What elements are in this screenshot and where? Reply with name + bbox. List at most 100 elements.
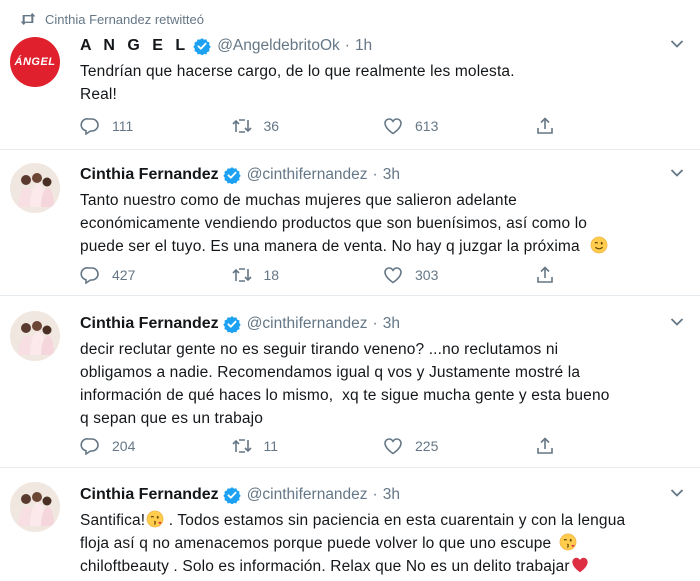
tweet-header: Cinthia Fernandez @cinthifernandez · 3h bbox=[80, 484, 686, 506]
verified-badge-icon bbox=[222, 486, 241, 504]
timestamp[interactable]: 3h bbox=[383, 486, 400, 504]
tweet-text-line: Tendrían que hacerse cargo, de lo que re… bbox=[80, 63, 515, 80]
timestamp[interactable]: 1h bbox=[355, 37, 372, 55]
retweet-count: 11 bbox=[263, 438, 279, 454]
tweet-actions: 204 11 225 bbox=[80, 435, 686, 457]
tweet-body: Cinthia Fernandez @cinthifernandez · 3h … bbox=[80, 313, 686, 455]
chevron-down-icon[interactable] bbox=[670, 39, 684, 49]
display-name[interactable]: Cinthia Fernandez bbox=[80, 486, 219, 504]
share-icon bbox=[535, 437, 555, 455]
wink-emoji-icon bbox=[590, 236, 608, 254]
tweet-text: decir reclutar gente no es seguir tirand… bbox=[80, 338, 686, 430]
reply-icon bbox=[80, 117, 100, 135]
tweet-header: Cinthia Fernandez @cinthifernandez · 3h bbox=[80, 164, 686, 186]
timestamp[interactable]: 3h bbox=[383, 315, 400, 333]
reply-button[interactable]: 204 bbox=[80, 437, 232, 455]
separator-dot: · bbox=[372, 315, 378, 332]
avatar[interactable] bbox=[10, 482, 60, 532]
display-name[interactable]: Cinthia Fernandez bbox=[80, 166, 219, 184]
retweet-banner-text[interactable]: Cinthia Fernandez retwitteó bbox=[45, 12, 204, 27]
display-name[interactable]: A N G E L bbox=[80, 37, 189, 55]
tweet-text-segment: puede ser el tuyo. Es una manera de vent… bbox=[80, 238, 580, 255]
like-icon bbox=[383, 266, 403, 284]
like-count: 303 bbox=[415, 267, 439, 283]
tweet-text: Santifica! . Todos estamos sin paciencia… bbox=[80, 509, 686, 578]
tweet-text-segment: . Todos estamos sin paciencia en esta cu… bbox=[164, 512, 626, 529]
retweet-icon bbox=[231, 437, 252, 455]
reply-count: 427 bbox=[112, 267, 136, 283]
timeline: Cinthia Fernandez retwitteó ÁNGEL A N G … bbox=[0, 0, 700, 581]
retweet-icon bbox=[20, 12, 36, 26]
verified-badge-icon bbox=[222, 166, 241, 184]
retweet-icon bbox=[231, 266, 252, 284]
tweet-angel[interactable]: Cinthia Fernandez retwitteó ÁNGEL A N G … bbox=[0, 0, 700, 150]
like-button[interactable]: 225 bbox=[383, 437, 535, 455]
tweet-text-line: Tanto nuestro como de muchas mujeres que… bbox=[80, 192, 517, 209]
share-button[interactable] bbox=[535, 266, 687, 284]
share-button[interactable] bbox=[535, 117, 687, 135]
reply-button[interactable]: 111 bbox=[80, 117, 232, 135]
like-button[interactable]: 613 bbox=[383, 117, 535, 135]
chevron-down-icon[interactable] bbox=[670, 168, 684, 178]
tweet-text-line: Santifica! . Todos estamos sin paciencia… bbox=[80, 509, 686, 532]
tweet-actions: 427 18 303 bbox=[80, 264, 686, 286]
tweet-header: A N G E L @AngeldebritoOk · 1h bbox=[80, 35, 686, 57]
like-icon bbox=[383, 437, 403, 455]
tweet-text-line: información de qué haces lo mismo, xq te… bbox=[80, 387, 610, 404]
reply-icon bbox=[80, 437, 100, 455]
display-name[interactable]: Cinthia Fernandez bbox=[80, 315, 219, 333]
share-icon bbox=[535, 266, 555, 284]
tweet-text-line: decir reclutar gente no es seguir tirand… bbox=[80, 341, 559, 358]
reply-button[interactable]: 427 bbox=[80, 266, 232, 284]
chevron-down-icon[interactable] bbox=[670, 488, 684, 498]
avatar-logo-text: ÁNGEL bbox=[14, 56, 56, 68]
tweet-cinthia-3[interactable]: Cinthia Fernandez @cinthifernandez · 3h … bbox=[0, 468, 700, 581]
verified-badge-icon bbox=[193, 37, 211, 55]
tweet-text-line: económicamente vendiendo productos que s… bbox=[80, 215, 588, 232]
handle[interactable]: @cinthifernandez bbox=[247, 486, 368, 504]
heart-emoji-icon bbox=[571, 556, 589, 574]
retweet-button[interactable]: 11 bbox=[231, 437, 384, 455]
handle[interactable]: @cinthifernandez bbox=[247, 166, 368, 184]
chevron-down-icon[interactable] bbox=[670, 317, 684, 327]
handle[interactable]: @cinthifernandez bbox=[247, 315, 368, 333]
tweet-text-line: puede ser el tuyo. Es una manera de vent… bbox=[80, 235, 686, 258]
tweet-cinthia-2[interactable]: Cinthia Fernandez @cinthifernandez · 3h … bbox=[0, 296, 700, 468]
kiss-emoji-icon bbox=[559, 533, 577, 551]
tweet-text-segment: floja así q no amenacemos porque puede v… bbox=[80, 535, 552, 552]
retweet-banner: Cinthia Fernandez retwitteó bbox=[20, 9, 204, 29]
tweet-cinthia-1[interactable]: Cinthia Fernandez @cinthifernandez · 3h … bbox=[0, 150, 700, 296]
tweet-actions: 111 36 613 bbox=[80, 115, 686, 137]
separator-dot: · bbox=[344, 37, 350, 54]
tweet-text-segment: Santifica! bbox=[80, 512, 146, 529]
verified-badge-icon bbox=[222, 315, 241, 333]
tweet-text-line: Real! bbox=[80, 86, 117, 103]
timestamp[interactable]: 3h bbox=[383, 166, 400, 184]
kiss-emoji-icon bbox=[146, 510, 164, 528]
avatar[interactable]: ÁNGEL bbox=[10, 37, 60, 87]
like-count: 225 bbox=[415, 438, 439, 454]
reply-icon bbox=[80, 266, 100, 284]
like-button[interactable]: 303 bbox=[383, 266, 535, 284]
like-count: 613 bbox=[415, 118, 439, 134]
separator-dot: · bbox=[372, 166, 378, 183]
retweet-button[interactable]: 18 bbox=[231, 266, 384, 284]
share-icon bbox=[535, 117, 555, 135]
retweet-icon bbox=[231, 117, 252, 135]
tweet-body: A N G E L @AngeldebritoOk · 1h Tendrían … bbox=[80, 35, 686, 135]
tweet-header: Cinthia Fernandez @cinthifernandez · 3h bbox=[80, 313, 686, 335]
retweet-count: 36 bbox=[263, 118, 280, 134]
reply-count: 204 bbox=[112, 438, 136, 454]
tweet-text-line: q sepan que es un trabajo bbox=[80, 410, 263, 427]
tweet-text-line: floja así q no amenacemos porque puede v… bbox=[80, 532, 686, 555]
tweet-body: Cinthia Fernandez @cinthifernandez · 3h … bbox=[80, 164, 686, 284]
avatar[interactable] bbox=[10, 311, 60, 361]
share-button[interactable] bbox=[535, 437, 687, 455]
handle[interactable]: @AngeldebritoOk bbox=[217, 37, 340, 55]
tweet-text-segment: chiloftbeauty . Solo es información. Rel… bbox=[80, 558, 570, 575]
avatar[interactable] bbox=[10, 163, 60, 213]
tweet-text-line: chiloftbeauty . Solo es información. Rel… bbox=[80, 555, 686, 578]
tweet-text-line: obligamos a nadie. Recomendamos igual q … bbox=[80, 364, 581, 381]
retweet-button[interactable]: 36 bbox=[231, 117, 384, 135]
like-icon bbox=[383, 117, 403, 135]
